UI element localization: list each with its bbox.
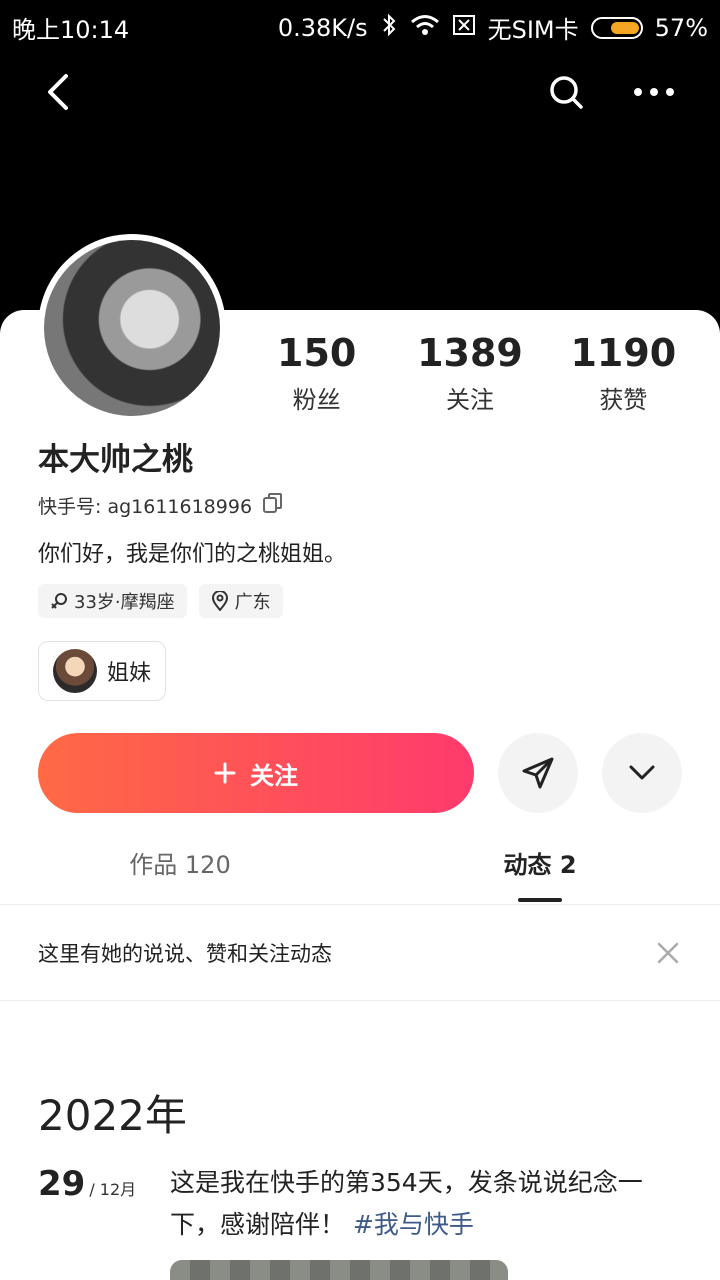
notice-text: 这里有她的说说、赞和关注动态 — [38, 942, 332, 966]
nickname: 本大帅之桃 — [38, 442, 193, 478]
bluetooth-icon — [380, 13, 398, 43]
group-chip[interactable]: 姐妹 — [38, 641, 167, 701]
top-nav — [0, 60, 720, 124]
battery-icon — [590, 16, 643, 39]
tab-works[interactable]: 作品 120 — [0, 836, 360, 904]
follow-label: 关注 — [250, 761, 298, 790]
close-icon[interactable] — [654, 939, 682, 967]
status-bar: 晚上10:14 0.38K/s 无SIM卡 57% — [0, 0, 720, 50]
stat-value: 1190 — [570, 331, 677, 375]
expand-button[interactable] — [602, 733, 682, 813]
follow-button[interactable]: 关注 — [38, 733, 474, 813]
send-icon — [522, 757, 554, 789]
no-sim-icon — [452, 14, 476, 42]
tag-age-zodiac: 33岁·摩羯座 — [38, 584, 187, 618]
stat-label: 粉丝 — [292, 386, 341, 414]
more-button[interactable] — [622, 60, 686, 124]
post-date: 29 / 12月 — [38, 1164, 136, 1204]
avatar-image — [44, 240, 220, 416]
avatar[interactable] — [38, 234, 226, 422]
chevron-down-icon — [629, 765, 655, 780]
tag-label: 33岁·摩羯座 — [74, 592, 175, 613]
location-pin-icon — [211, 591, 228, 611]
post-month: / 12月 — [89, 1180, 137, 1199]
gender-female-icon — [51, 593, 67, 609]
profile-tags: 33岁·摩羯座 广东 — [38, 584, 283, 618]
tab-label: 作品 120 — [129, 851, 231, 879]
stat-label: 获赞 — [599, 386, 648, 414]
content-tabs: 作品 120 动态 2 — [0, 836, 720, 904]
notice-divider — [0, 1000, 720, 1001]
post-hashtag[interactable]: #我与快手 — [353, 1210, 474, 1239]
feed-year: 2022年 — [38, 1091, 187, 1140]
network-speed: 0.38K/s — [277, 13, 368, 42]
search-icon — [550, 76, 583, 109]
status-right: 0.38K/s 无SIM卡 57% — [278, 10, 708, 45]
post-image[interactable] — [170, 1260, 508, 1280]
message-button[interactable] — [498, 733, 578, 813]
wifi-icon — [410, 13, 440, 43]
stat-label: 关注 — [445, 386, 494, 414]
post-day: 29 — [38, 1164, 86, 1204]
stat-likes[interactable]: 1190 获赞 — [547, 330, 700, 415]
tag-location: 广东 — [198, 584, 283, 618]
kuaishou-id-row: 快手号: ag1611618996 — [38, 492, 284, 519]
tab-moments[interactable]: 动态 2 — [360, 836, 720, 904]
bio: 你们好，我是你们的之桃姐姐。 — [38, 542, 347, 567]
profile-stats: 150 粉丝 1389 关注 1190 获赞 — [240, 330, 700, 415]
sim-status: 无SIM卡 — [487, 16, 579, 44]
stat-followers[interactable]: 150 粉丝 — [240, 330, 393, 415]
post-content[interactable]: 这是我在快手的第354天，发条说说纪念一下，感谢陪伴！ #我与快手 — [170, 1162, 680, 1246]
plus-icon — [214, 762, 236, 784]
kuaishou-id: 快手号: ag1611618996 — [38, 496, 253, 518]
group-avatar — [53, 649, 97, 693]
copy-icon[interactable] — [262, 492, 284, 519]
back-button[interactable] — [28, 60, 92, 124]
moments-notice: 这里有她的说说、赞和关注动态 — [0, 906, 720, 1000]
tab-indicator — [518, 898, 562, 902]
search-button[interactable] — [534, 60, 598, 124]
tab-label: 动态 2 — [503, 851, 577, 879]
tabs-divider — [0, 904, 720, 905]
back-arrow-icon — [48, 74, 68, 110]
status-time: 晚上10:14 — [12, 16, 130, 44]
stat-value: 150 — [277, 331, 357, 375]
more-dots-icon — [634, 88, 674, 96]
group-label: 姐妹 — [107, 661, 152, 686]
stat-following[interactable]: 1389 关注 — [393, 330, 546, 415]
battery-percent: 57% — [654, 13, 708, 42]
tag-label: 广东 — [234, 592, 271, 613]
stat-value: 1389 — [417, 331, 523, 375]
